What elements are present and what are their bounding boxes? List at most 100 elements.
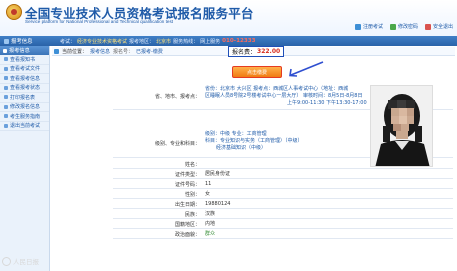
printer-icon bbox=[4, 95, 8, 100]
sidebar-item-print[interactable]: 打印报名表 bbox=[0, 93, 49, 103]
sidebar-item-exam-files[interactable]: 查看考试文件 bbox=[0, 65, 49, 74]
birthdate-value: 19880124 bbox=[205, 201, 231, 207]
photo-image bbox=[371, 86, 432, 166]
form-label-level: 级别、专业和科目： bbox=[154, 141, 200, 147]
topbar-exam-info: 考试： 经济专业技术资格考试 报考地区： 北京市 服务热线： 网上服务 010-… bbox=[60, 38, 256, 45]
nationality-value: 内地 bbox=[205, 221, 216, 227]
sidebar-item-label: 打印报名表 bbox=[10, 94, 36, 101]
form-row-ethnicity: 民族： 汉族 bbox=[113, 209, 453, 219]
form-label-id-type: 证件类型： bbox=[174, 172, 200, 178]
header-links: 注册考试 修改密码 安全退出 bbox=[354, 23, 453, 30]
breadcrumb-prefix: 当前位置： bbox=[62, 48, 88, 55]
sidebar-header-label: 报考信息 bbox=[9, 48, 30, 54]
change-password-label: 修改密码 bbox=[397, 24, 418, 30]
exam-name: 经济专业技术资格考试 bbox=[77, 38, 128, 45]
id-number-value: 11 bbox=[205, 181, 212, 187]
doc-icon bbox=[4, 85, 8, 90]
phone-label: 服务热线： bbox=[173, 38, 199, 45]
form-row-id-type: 证件类型： 居民身份证 bbox=[113, 169, 453, 179]
location-detail: 省份：北京市 大兴区 报考点：西城区人事考试中心（地址：西城 区睡眠人员8号院2… bbox=[205, 86, 367, 107]
location-line-1: 省份：北京市 大兴区 报考点：西城区人事考试中心（地址：西城 bbox=[205, 86, 349, 92]
location-line-2: 区睡眠人员8号院2号楼考试中心一层大厅） 审核时间：8月5日-8月8日 bbox=[205, 93, 363, 99]
sidebar-item-notice[interactable]: 查看报知书 bbox=[0, 55, 49, 65]
form-label-id-number: 证件号码： bbox=[174, 182, 200, 188]
topbar-user: 报考信息 bbox=[4, 37, 33, 45]
breadcrumb-status: 已报考-缴费 bbox=[136, 48, 163, 55]
applicant-photo bbox=[370, 85, 433, 167]
change-password-link[interactable]: 修改密码 bbox=[389, 23, 418, 30]
doc-icon bbox=[4, 66, 8, 71]
breadcrumb-reg-label: 报名号： bbox=[113, 48, 134, 55]
sidebar-item-guide[interactable]: 考生服务指南 bbox=[0, 112, 49, 122]
ethnicity-value: 汉族 bbox=[205, 211, 216, 217]
political-value: 群众 bbox=[205, 231, 216, 237]
site-header: 全国专业技术人员资格考试报名服务平台 Service platform for … bbox=[0, 0, 457, 36]
sidebar: 报考信息 查看报知书 查看考试文件 查看报考信息 查看报考状态 打印报名表 修改… bbox=[0, 46, 50, 271]
arrow-annotation-icon bbox=[289, 61, 324, 77]
edit-icon bbox=[4, 104, 8, 109]
sidebar-item-label: 修改报名信息 bbox=[10, 104, 41, 111]
gender-value: 女 bbox=[205, 191, 211, 197]
sidebar-item-exit[interactable]: 退出当前考试 bbox=[0, 122, 49, 131]
site-subtitle: Service platform for National Profession… bbox=[25, 19, 174, 24]
location-line-3: 上午9:00-11:30 下午13:30-17:00 bbox=[287, 100, 367, 106]
sidebar-item-label: 退出当前考试 bbox=[10, 123, 41, 130]
exam-prefix: 考试： bbox=[60, 38, 76, 45]
folder-icon bbox=[3, 48, 7, 53]
subject-line-2: 经济基础知识（中级） bbox=[216, 145, 267, 151]
sidebar-item-label: 查看考试文件 bbox=[10, 66, 41, 73]
form-label-nationality: 国籍地区： bbox=[174, 222, 200, 228]
pay-button[interactable]: 点击缴费 bbox=[232, 66, 282, 78]
watermark: 人民日报 bbox=[2, 256, 39, 266]
sidebar-header: 报考信息 bbox=[0, 46, 49, 55]
sidebar-item-label: 查看报知书 bbox=[10, 56, 36, 63]
register-link[interactable]: 注册考试 bbox=[354, 23, 383, 30]
form-label-name: 姓名： bbox=[184, 162, 200, 168]
guide-icon bbox=[4, 114, 8, 119]
site-logo bbox=[6, 4, 22, 20]
location-icon bbox=[54, 48, 59, 54]
phone-prefix: 网上服务 bbox=[200, 38, 221, 45]
fee-label: 报名费： bbox=[232, 49, 257, 56]
service-phone: 010-12333 bbox=[222, 37, 256, 44]
form-row-birthdate: 出生日期： 19880124 bbox=[113, 199, 453, 209]
watermark-logo-icon bbox=[2, 256, 11, 266]
sidebar-item-registration-info[interactable]: 查看报考信息 bbox=[0, 74, 49, 84]
doc-icon bbox=[4, 57, 8, 62]
logout-label: 安全退出 bbox=[432, 24, 453, 30]
logout-link[interactable]: 安全退出 bbox=[424, 23, 453, 30]
subject-line-1: 科目：专业知识与实务（工商管理）（中级） bbox=[205, 138, 303, 144]
user-icon bbox=[354, 23, 361, 30]
lock-icon bbox=[389, 23, 396, 30]
level-detail: 级别：中级 专业：工商管理 科目：专业知识与实务（工商管理）（中级） 经济基础知… bbox=[205, 131, 303, 152]
form-label-birthdate: 出生日期： bbox=[174, 202, 200, 208]
form-label-political: 政治面貌： bbox=[174, 232, 200, 238]
sidebar-item-status[interactable]: 查看报考状态 bbox=[0, 84, 49, 93]
fee-amount: 322.00 bbox=[257, 48, 281, 55]
sidebar-item-label: 查看报考状态 bbox=[10, 85, 41, 92]
form-row-id-number: 证件号码： 11 bbox=[113, 179, 453, 189]
registration-fee-box: 报名费： 322.00 bbox=[228, 46, 285, 57]
form-label-location: 省、地市、报考点： bbox=[154, 94, 200, 100]
sidebar-item-label: 查看报考信息 bbox=[10, 75, 41, 82]
info-icon bbox=[4, 38, 9, 44]
form-row-nationality: 国籍地区： 内地 bbox=[113, 219, 453, 229]
exit-icon bbox=[4, 123, 8, 128]
form-label-ethnicity: 民族： bbox=[184, 212, 200, 218]
sidebar-item-label: 考生服务指南 bbox=[10, 113, 41, 120]
top-info-bar: 报考信息 考试： 经济专业技术资格考试 报考地区： 北京市 服务热线： 网上服务… bbox=[0, 36, 457, 46]
form-label-gender: 性别： bbox=[184, 192, 200, 198]
id-type-value: 居民身份证 bbox=[205, 171, 231, 177]
form-row-gender: 性别： 女 bbox=[113, 189, 453, 199]
exit-icon bbox=[424, 23, 431, 30]
breadcrumb-section[interactable]: 报考信息 bbox=[90, 48, 110, 55]
province-value: 北京市 bbox=[156, 38, 172, 45]
watermark-text: 人民日报 bbox=[13, 258, 39, 266]
province-label: 报考地区： bbox=[129, 38, 155, 45]
sidebar-item-edit[interactable]: 修改报名信息 bbox=[0, 103, 49, 112]
register-link-label: 注册考试 bbox=[362, 24, 383, 30]
topbar-user-label: 报考信息 bbox=[11, 39, 33, 45]
level-line: 级别：中级 专业：工商管理 bbox=[205, 131, 267, 137]
form-row-political: 政治面貌： 群众 bbox=[113, 229, 453, 239]
doc-icon bbox=[4, 76, 8, 81]
